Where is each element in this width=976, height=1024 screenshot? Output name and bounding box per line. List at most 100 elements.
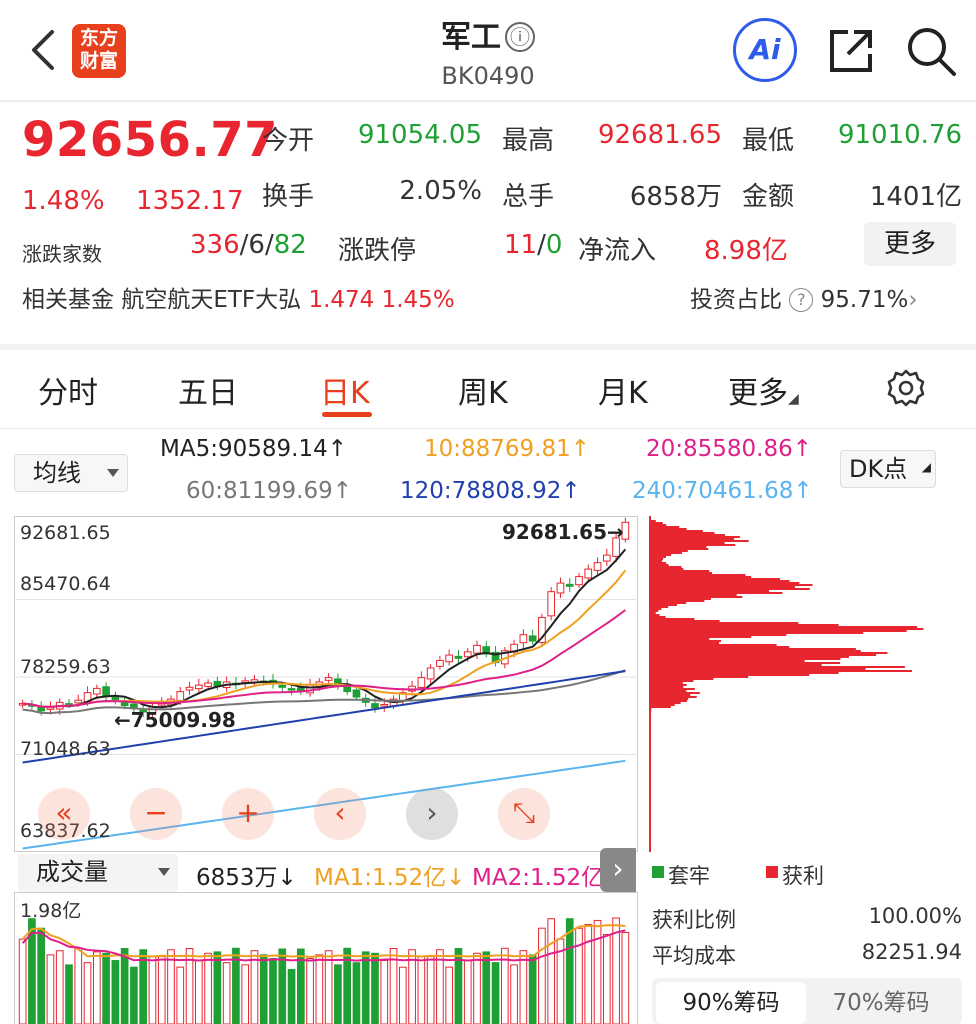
tab-70-chips[interactable]: 70%筹码 [806, 982, 956, 1024]
low-marker: ←75009.98 [114, 708, 236, 732]
tab-intraday[interactable]: 分时 [38, 368, 98, 412]
chip-bar [650, 648, 856, 650]
candle-body [352, 689, 361, 698]
zoom-out-button[interactable]: − [130, 788, 182, 840]
indicator-dropdown[interactable]: 均线 [14, 454, 128, 492]
volume-dropdown-label: 成交量 [36, 858, 108, 886]
current-price: 92656.77 [22, 112, 279, 168]
corner-caret-icon: ◢ [921, 460, 931, 474]
breadth-sep2: / [264, 230, 274, 260]
tab-weekly-k[interactable]: 周K [458, 368, 508, 412]
chip-bar [650, 592, 783, 594]
chip-bar [650, 608, 662, 610]
turnover-value: 2.05% [399, 176, 482, 206]
chip-bar [650, 530, 703, 532]
chip-bar [650, 692, 700, 694]
tab-daily-k[interactable]: 日K [320, 368, 370, 412]
chip-bar [650, 682, 683, 684]
chip-bar [650, 618, 695, 620]
candle-body [463, 651, 472, 658]
volume-current: 6853万↓ [196, 865, 297, 891]
dk-point-button[interactable]: DK点 ◢ [840, 450, 936, 488]
more-quote-button[interactable]: 更多 [864, 222, 956, 266]
volume-bar [157, 956, 166, 1024]
volume-indicator-dropdown[interactable]: 成交量 [18, 854, 178, 892]
chip-bar [650, 546, 707, 548]
volume-bar [334, 964, 342, 1024]
avg-cost-value: 82251.94 [861, 940, 962, 964]
candle-body [556, 582, 565, 594]
chip-bar [650, 526, 680, 528]
chip-bar [650, 560, 663, 562]
ma60-value: 60:81199.69↑ [186, 478, 353, 504]
chip-bar [650, 626, 918, 628]
move-right-button[interactable]: › [406, 788, 458, 840]
expand-arrow-icon[interactable]: › [600, 848, 636, 892]
volume-bar [74, 947, 83, 1024]
tab-monthly-k[interactable]: 月K [598, 368, 648, 412]
move-left-button[interactable]: ‹ [314, 788, 366, 840]
volume-bar [269, 958, 277, 1024]
ma10-value: 10:88769.81↑ [424, 436, 591, 462]
trapped-legend-swatch [652, 866, 664, 878]
chip-bar [650, 544, 736, 546]
zoom-in-button[interactable]: + [222, 788, 274, 840]
tab-five-day[interactable]: 五日 [178, 368, 238, 412]
chip-bar [650, 702, 681, 704]
back-arrow-icon[interactable] [28, 28, 58, 72]
jump-start-button[interactable]: « [38, 788, 90, 840]
ratio-label: 投资占比 [690, 287, 782, 313]
open-label: 今开 [262, 126, 315, 156]
chip-bar [650, 706, 671, 708]
chip-bar [650, 714, 651, 716]
volume-bar [250, 950, 259, 1024]
ma20-line [22, 609, 626, 708]
breadth-values: 336/6/82 [190, 230, 307, 260]
chip-bar [650, 556, 667, 558]
dk-point-label: DK点 [849, 455, 908, 483]
chip-bar [650, 564, 669, 566]
chip-bar [650, 708, 652, 710]
investment-ratio: 投资占比 ? 95.71%› [690, 280, 918, 314]
volume-bar [324, 950, 333, 1024]
fullscreen-button[interactable]: ⤡ [498, 788, 550, 840]
page-title: 军工 ⓘ [380, 12, 596, 56]
settings-gear-icon[interactable] [886, 368, 926, 408]
help-icon[interactable]: ? [789, 288, 814, 312]
related-fund-row[interactable]: 相关基金 航空航天ETF大弘 1.474 1.45% [22, 280, 455, 314]
chip-bar [650, 576, 752, 578]
chip-bar [650, 632, 864, 634]
volume-bar [18, 938, 27, 1024]
high-marker: 92681.65→ [502, 520, 624, 544]
chip-bar [650, 690, 687, 692]
chip-bar [650, 676, 749, 678]
title-text: 军工 [441, 20, 501, 55]
candle-body [92, 687, 101, 695]
ma240-value: 240:70461.68↑ [632, 478, 813, 504]
amount-label: 金额 [742, 182, 795, 212]
ai-assistant-button[interactable]: Ai [733, 18, 797, 82]
candle-body [547, 591, 556, 617]
volume-label: 总手 [502, 182, 555, 212]
search-icon[interactable] [904, 24, 958, 78]
volume-bar [148, 956, 157, 1024]
tab-more[interactable]: 更多◢ [728, 368, 799, 412]
share-icon[interactable] [826, 26, 876, 76]
candle-body [445, 654, 454, 663]
chip-bar [650, 606, 669, 608]
tab-90-chips[interactable]: 90%筹码 [656, 982, 806, 1024]
fund-percent: 1.45% [381, 287, 455, 313]
limit-down: 0 [545, 230, 563, 260]
chevron-right-icon[interactable]: › [908, 287, 917, 313]
volume-bar [491, 962, 500, 1024]
high-label: 最高 [502, 126, 555, 156]
volume-bar [463, 960, 472, 1024]
volume-bar [519, 950, 528, 1024]
chip-bar [650, 570, 710, 572]
info-icon[interactable]: ⓘ [505, 22, 535, 52]
chip-bar [650, 598, 711, 600]
ma20-value: 20:85580.86↑ [646, 436, 813, 462]
chip-bar [650, 540, 749, 542]
limit-sep: / [537, 230, 546, 260]
candle-body [426, 667, 435, 680]
